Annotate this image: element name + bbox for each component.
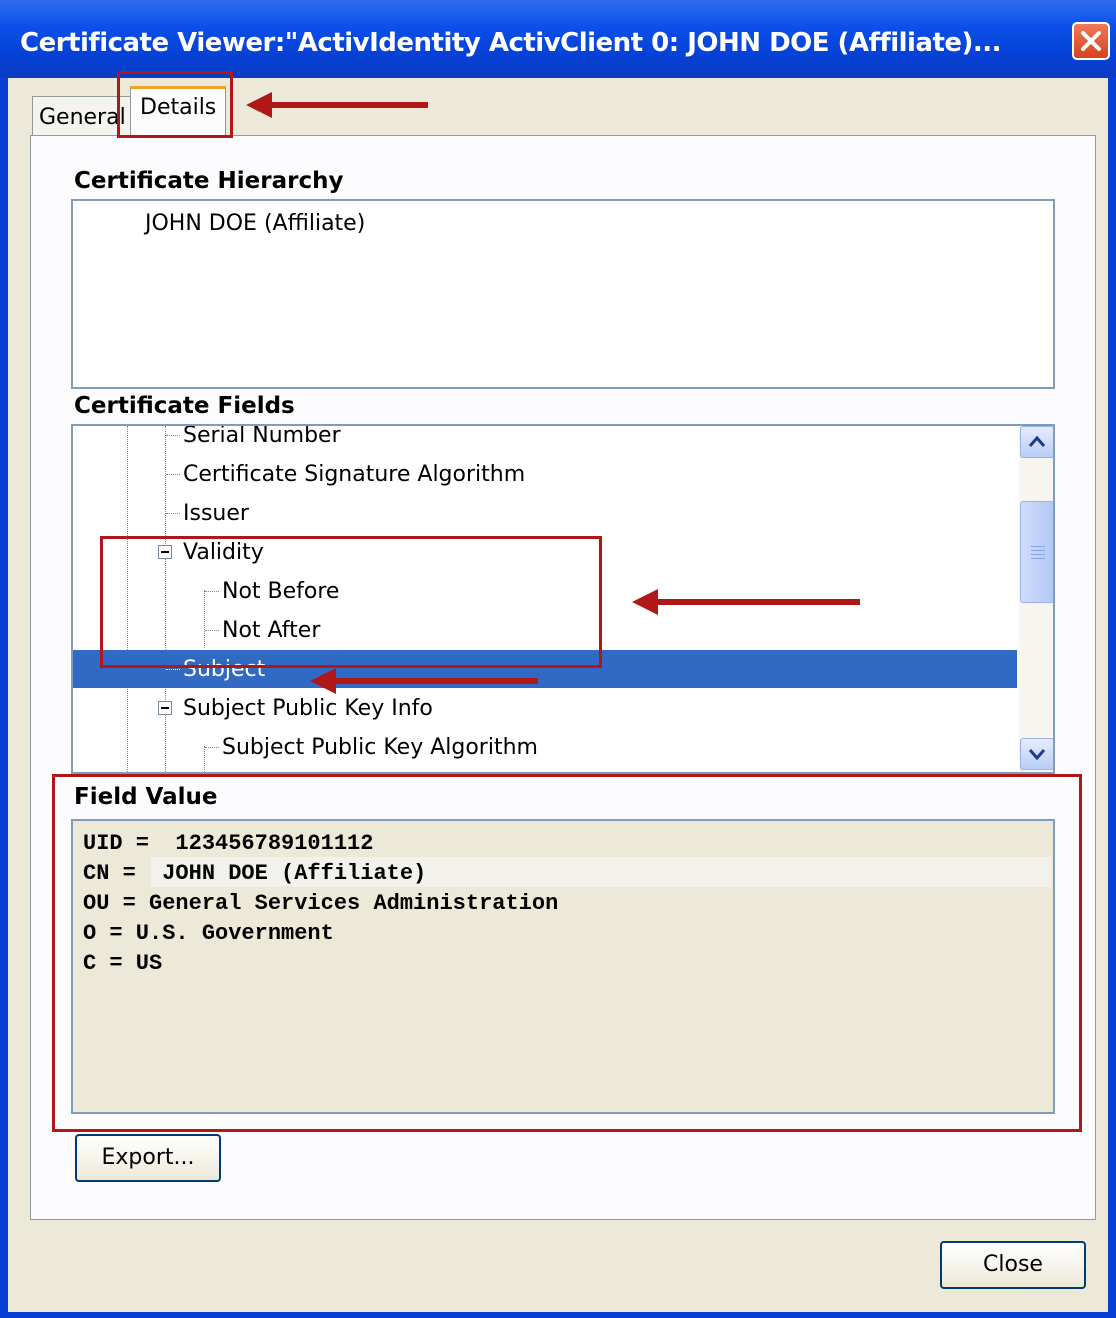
close-window-button[interactable] — [1072, 22, 1110, 60]
tree-item-label: Subject Public Key Algorithm — [222, 735, 538, 760]
tab-general-label: General — [39, 105, 126, 130]
tree-item[interactable]: Subject Public Key Info — [73, 689, 1017, 727]
certificate-viewer-window: Certificate Viewer:"ActivIdentity ActivC… — [0, 0, 1116, 1318]
tree-connector — [205, 747, 219, 748]
annotation-box-details-tab — [117, 71, 233, 138]
window-title: Certificate Viewer:"ActivIdentity ActivC… — [20, 28, 1002, 58]
annotation-arrow-icon — [632, 589, 860, 615]
scroll-up-button[interactable] — [1020, 426, 1053, 458]
tree-item[interactable]: Certificate Signature Algorithm — [73, 455, 1017, 493]
tree-connector — [166, 435, 180, 436]
collapse-icon[interactable] — [158, 701, 172, 715]
tree-connector — [166, 669, 180, 670]
tree-item[interactable]: Issuer — [73, 494, 1017, 532]
hierarchy-item[interactable]: JOHN DOE (Affiliate) — [145, 211, 365, 236]
scroll-down-button[interactable] — [1020, 738, 1053, 770]
close-button[interactable]: Close — [940, 1241, 1086, 1289]
tree-item-label: Certificate Signature Algorithm — [183, 462, 526, 487]
scroll-down-icon — [1028, 749, 1046, 761]
certificate-hierarchy-box[interactable]: JOHN DOE (Affiliate) — [71, 199, 1055, 389]
export-button[interactable]: Export... — [75, 1134, 221, 1182]
annotation-arrow-icon — [310, 668, 538, 694]
certificate-fields-label: Certificate Fields — [74, 393, 295, 419]
scroll-up-icon — [1028, 435, 1046, 447]
annotation-box-field-value — [52, 774, 1082, 1132]
tree-item[interactable]: Serial Number — [73, 424, 1017, 454]
tree-item[interactable]: Subject Public Key Algorithm — [73, 728, 1017, 766]
tree-item-label: Subject Public Key Info — [183, 696, 433, 721]
fields-scrollbar[interactable] — [1019, 426, 1053, 772]
close-x-icon — [1081, 31, 1101, 51]
tree-connector — [166, 513, 180, 514]
tree-item-label: Issuer — [183, 501, 249, 526]
tree-item-label: Serial Number — [183, 424, 341, 448]
annotation-arrow-icon — [246, 92, 428, 118]
certificate-hierarchy-label: Certificate Hierarchy — [74, 168, 344, 194]
title-bar[interactable]: Certificate Viewer:"ActivIdentity ActivC… — [0, 0, 1116, 78]
tree-connector — [166, 474, 180, 475]
scroll-thumb[interactable] — [1020, 501, 1053, 603]
annotation-box-validity — [100, 536, 602, 668]
